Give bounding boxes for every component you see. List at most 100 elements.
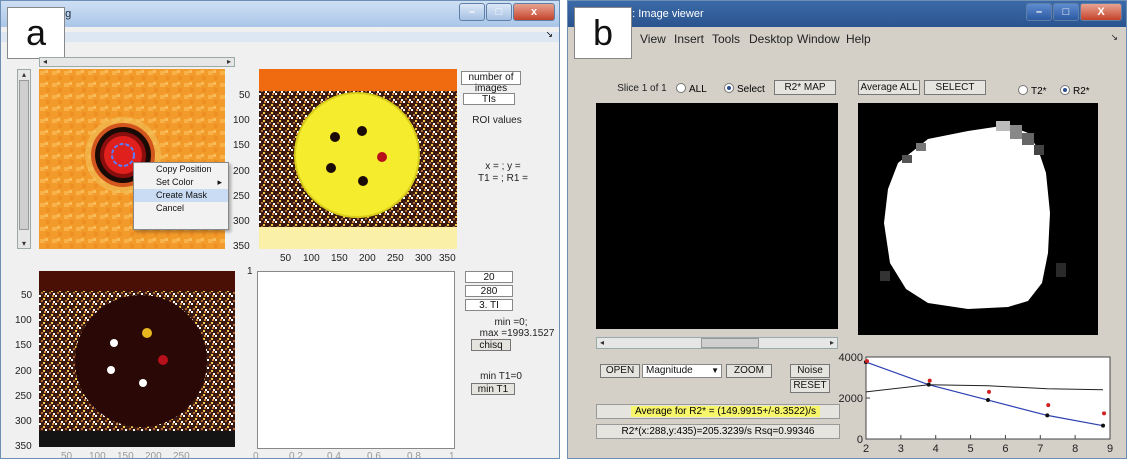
y-tick: 150 bbox=[15, 340, 32, 351]
menu-item-help[interactable]: Help bbox=[846, 32, 871, 46]
scroll-up-icon[interactable]: ▴ bbox=[19, 70, 29, 79]
min-t1-button[interactable]: min T1 bbox=[471, 383, 515, 395]
x-tick: 250 bbox=[173, 451, 190, 459]
radio-t2star-label: T2* bbox=[1031, 86, 1047, 97]
x-tick: 0 bbox=[253, 451, 259, 459]
empty-plot bbox=[257, 271, 455, 449]
radio-r2star[interactable]: R2* bbox=[1060, 85, 1090, 97]
x-tick: 0.4 bbox=[327, 451, 341, 459]
menu-item-tools[interactable]: Tools bbox=[712, 32, 740, 46]
value-field-3[interactable]: 3. TI bbox=[465, 299, 513, 311]
y-tick: 50 bbox=[21, 290, 33, 301]
scroll-left-icon[interactable]: ◂ bbox=[40, 57, 50, 66]
x-tick: 100 bbox=[303, 253, 320, 264]
close-button[interactable]: X bbox=[1080, 3, 1122, 21]
slice-label: Slice 1 of 1 bbox=[617, 83, 667, 94]
y-tick: 350 bbox=[233, 241, 250, 252]
r2-map-button[interactable]: R2* MAP bbox=[774, 80, 836, 95]
x-tick-label: 6 bbox=[1002, 443, 1008, 455]
open-button[interactable]: OPEN bbox=[600, 364, 640, 378]
scroll-down-icon[interactable]: ▾ bbox=[19, 239, 29, 248]
chisq-button[interactable]: chisq bbox=[471, 339, 511, 351]
y-tick: 350 bbox=[15, 441, 32, 452]
zoom-button[interactable]: ZOOM bbox=[726, 364, 772, 378]
panel-a-toolbar: : ↘ bbox=[1, 29, 559, 42]
average-all-button[interactable]: Average ALL bbox=[858, 80, 920, 95]
x-tick: 350 bbox=[439, 253, 456, 264]
slice-scrollbar[interactable]: ◂ ▸ bbox=[596, 337, 838, 349]
panel-a-titlebar: ng – □ x bbox=[1, 1, 559, 27]
minimize-button[interactable]: – bbox=[459, 3, 485, 21]
radio-select[interactable]: Select bbox=[724, 83, 765, 95]
data-point-measured bbox=[986, 398, 990, 403]
chevron-down-icon: ▼ bbox=[711, 366, 719, 375]
submenu-arrow-icon: ▸ bbox=[217, 177, 222, 187]
radio-all[interactable]: ALL bbox=[676, 83, 707, 95]
value-field-1[interactable]: 20 bbox=[465, 271, 513, 283]
x-tick: 50 bbox=[61, 451, 73, 459]
magnitude-select[interactable]: Magnitude ▼ bbox=[642, 364, 722, 378]
x-tick-label: 8 bbox=[1072, 443, 1078, 455]
select-button[interactable]: SELECT bbox=[924, 80, 986, 95]
menu-item-view[interactable]: View bbox=[640, 32, 666, 46]
scroll-right-icon[interactable]: ▸ bbox=[224, 57, 234, 66]
decay-chart: 0200040002 3 4 5 6 7 8 9 bbox=[839, 352, 1114, 455]
vertical-scrollbar[interactable]: ▴ ▾ bbox=[17, 69, 31, 249]
data-point-red bbox=[987, 389, 991, 394]
radio-all-icon bbox=[676, 83, 686, 93]
x-tick: 100 bbox=[89, 451, 106, 459]
radio-t2star-icon bbox=[1018, 85, 1028, 95]
max-readout: max =1993.1527 bbox=[479, 328, 555, 339]
menu-item-set-color[interactable]: Set Color ▸ bbox=[134, 176, 228, 189]
panel-b: 1: Image viewer – □ X t View Insert Tool… bbox=[567, 0, 1127, 459]
tis-field[interactable]: TIs bbox=[463, 93, 515, 105]
r2-map-image[interactable] bbox=[858, 103, 1098, 335]
menu-item-cancel[interactable]: Cancel bbox=[134, 202, 228, 215]
menu-item-desktop[interactable]: Desktop bbox=[749, 32, 793, 46]
toolbar-arrow-icon[interactable]: ↘ bbox=[545, 29, 553, 40]
minimize-button[interactable]: – bbox=[1026, 3, 1052, 21]
radio-r2star-icon bbox=[1060, 85, 1070, 95]
x-tick: 300 bbox=[415, 253, 432, 264]
maximize-button[interactable]: □ bbox=[486, 3, 512, 21]
horizontal-scrollbar[interactable]: ◂ ▸ bbox=[39, 57, 235, 67]
radio-r2star-label: R2* bbox=[1073, 86, 1090, 97]
close-button[interactable]: x bbox=[513, 3, 555, 21]
data-point-measured bbox=[926, 382, 931, 387]
toolbar-arrow-icon[interactable]: ↘ bbox=[1110, 32, 1118, 43]
radio-select-label: Select bbox=[737, 84, 765, 95]
maximize-button[interactable]: □ bbox=[1053, 3, 1079, 21]
scroll-thumb[interactable] bbox=[19, 80, 29, 230]
x-tick: 0.6 bbox=[367, 451, 381, 459]
context-menu: Copy Position Set Color ▸ Create Mask Can… bbox=[133, 162, 229, 230]
min-t1-readout: min T1=0 bbox=[480, 371, 522, 382]
plot-area bbox=[865, 356, 1111, 440]
panel-b-label: b bbox=[574, 7, 632, 59]
noise-button[interactable]: Noise bbox=[790, 364, 830, 378]
y-tick: 250 bbox=[15, 391, 32, 402]
x-tick-label: 4 bbox=[933, 443, 939, 455]
menu-item-copy-position[interactable]: Copy Position bbox=[134, 163, 228, 176]
average-text: Average for R2* = (149.9915+/-8.3522)/s bbox=[631, 406, 821, 417]
reset-button[interactable]: RESET bbox=[790, 379, 830, 393]
chisq-map-image[interactable] bbox=[39, 271, 235, 447]
magnitude-select-value: Magnitude bbox=[646, 365, 693, 376]
menu-item-window[interactable]: Window bbox=[797, 32, 840, 46]
value-field-2[interactable]: 280 bbox=[465, 285, 513, 297]
x-tick: 0.2 bbox=[289, 451, 303, 459]
t1-map-image[interactable] bbox=[259, 69, 457, 249]
panel-b-titlebar: 1: Image viewer – □ X bbox=[568, 1, 1126, 27]
x-tick: 150 bbox=[117, 451, 134, 459]
menu-item-create-mask[interactable]: Create Mask bbox=[134, 189, 228, 202]
slice-scroll-thumb[interactable] bbox=[701, 338, 759, 348]
radio-t2star[interactable]: T2* bbox=[1018, 85, 1047, 97]
slice-image[interactable] bbox=[596, 103, 838, 329]
t1-r1-readout: T1 = ; R1 = bbox=[477, 173, 529, 184]
x-tick: 0.8 bbox=[407, 451, 421, 459]
x-tick: 150 bbox=[331, 253, 348, 264]
scroll-right-icon[interactable]: ▸ bbox=[827, 338, 837, 347]
menu-item-insert[interactable]: Insert bbox=[674, 32, 704, 46]
number-of-images-field[interactable]: number of images bbox=[461, 71, 521, 94]
scroll-left-icon[interactable]: ◂ bbox=[597, 338, 607, 347]
data-point-measured bbox=[1045, 413, 1050, 418]
